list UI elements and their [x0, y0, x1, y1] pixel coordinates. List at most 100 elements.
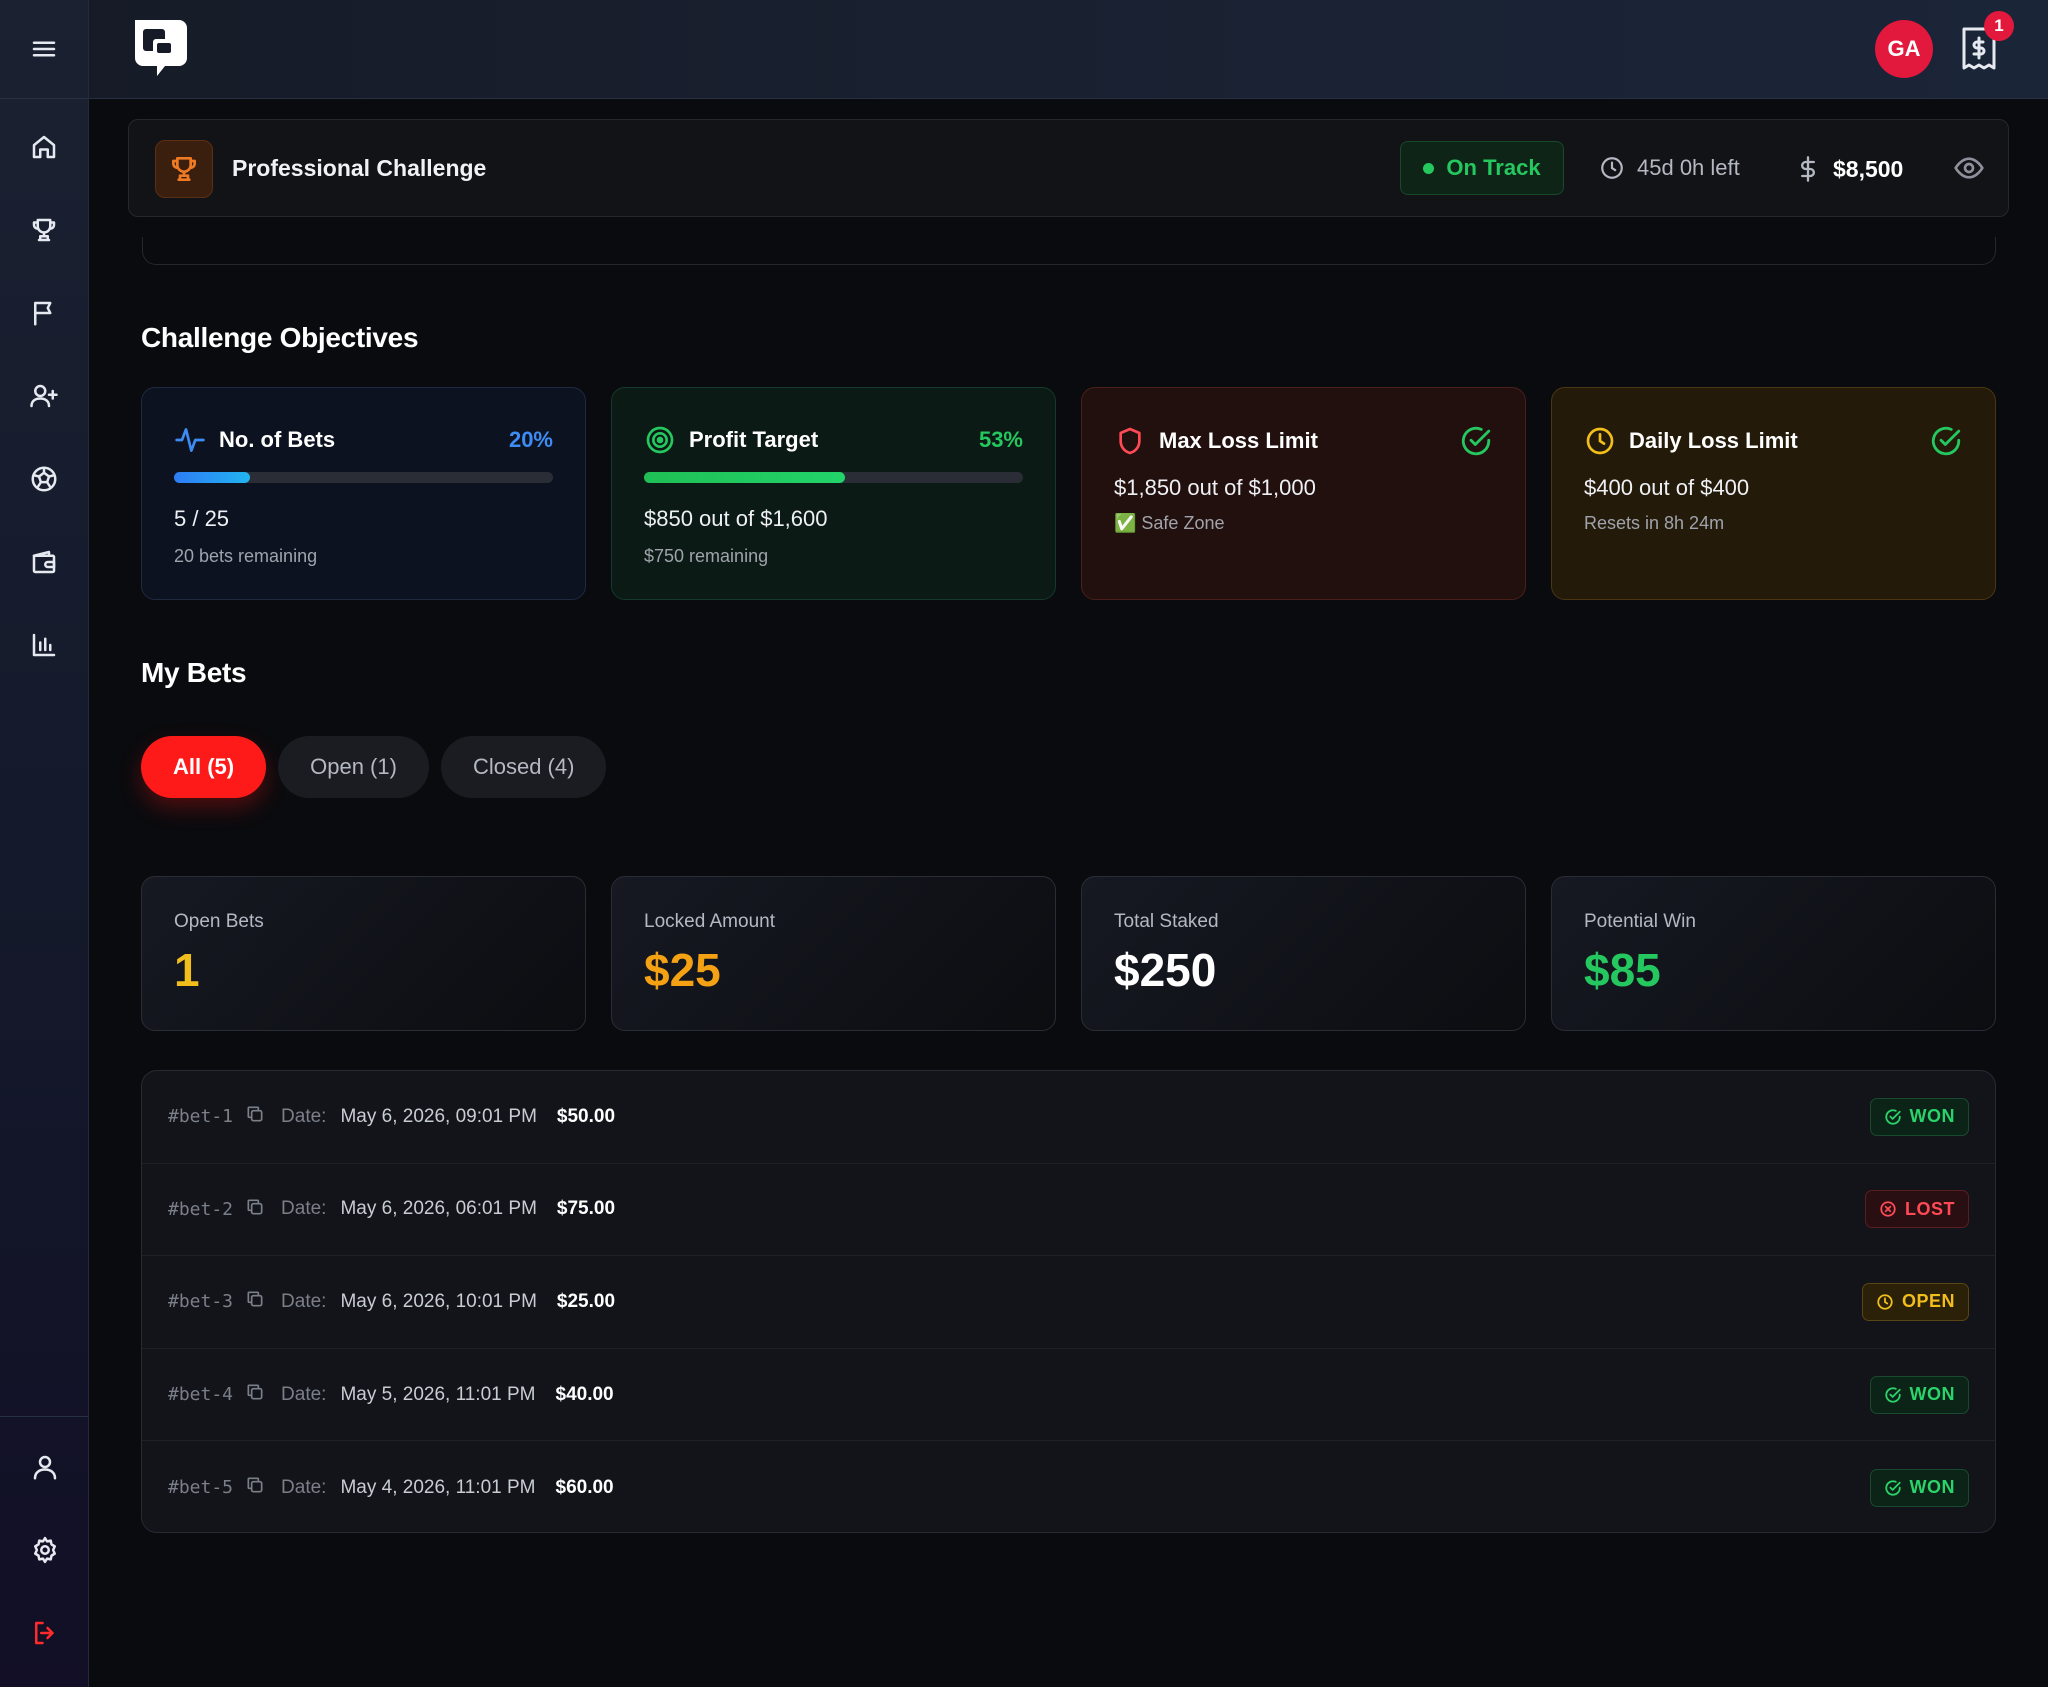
collapsed-panel-edge [142, 237, 1996, 265]
objective-card-bets: No. of Bets 20% 5 / 25 20 bets remaining [141, 387, 586, 600]
bet-row[interactable]: #bet-4 Date: May 5, 2026, 11:01 PM $40.00 WO… [142, 1349, 1995, 1442]
objective-value: 5 / 25 [174, 506, 230, 531]
time-left: 45d 0h left [1599, 155, 1740, 181]
bet-id: #bet-5 [168, 1477, 234, 1499]
status-badge: OPEN [1861, 1282, 1969, 1321]
sidebar-item-profile[interactable] [15, 1437, 75, 1497]
date-label: Date: [281, 1105, 327, 1127]
copy-icon[interactable] [245, 1289, 265, 1314]
sidebar-item-logout[interactable] [15, 1603, 75, 1663]
sidebar-item-challenges[interactable] [14, 200, 74, 260]
user-icon [33, 1455, 56, 1480]
sidebar-item-flag[interactable] [14, 283, 74, 343]
bet-date: May 5, 2026, 11:01 PM [340, 1383, 536, 1405]
x-circle-icon [1879, 1200, 1897, 1218]
tab-open[interactable]: Open (1) [278, 736, 429, 798]
copy-icon[interactable] [245, 1104, 265, 1129]
clock-icon [1601, 157, 1623, 179]
top-bar: GA 1 [89, 0, 2048, 99]
menu-icon [32, 41, 56, 57]
dollar-icon [1801, 156, 1816, 182]
stat-label: Open Bets [174, 911, 264, 932]
status-badge: LOST [1865, 1190, 1969, 1229]
clock-icon [1586, 427, 1614, 455]
copy-icon[interactable] [245, 1382, 265, 1407]
menu-button[interactable] [14, 19, 74, 79]
bet-amount: $60.00 [555, 1476, 614, 1498]
tab-all[interactable]: All (5) [141, 736, 267, 798]
bet-row[interactable]: #bet-3 Date: May 6, 2026, 10:01 PM $25.00 OP… [142, 1256, 1995, 1349]
progress-fill [174, 472, 250, 483]
check-circle-icon [1884, 1108, 1902, 1126]
home-icon [32, 135, 56, 159]
football-icon [31, 466, 57, 492]
copy-icon[interactable] [245, 1475, 265, 1500]
bet-id: #bet-1 [168, 1106, 234, 1128]
user-avatar[interactable]: GA [1875, 20, 1933, 78]
stat-open-bets: Open Bets 1 [141, 876, 586, 1031]
bet-row[interactable]: #bet-1 Date: May 6, 2026, 09:01 PM $50.00 WO… [142, 1071, 1995, 1164]
balance-value: $8,500 [1833, 155, 1904, 182]
challenge-title: Professional Challenge [232, 155, 487, 181]
bet-status: LOST [1905, 1198, 1955, 1219]
time-left-text: 45d 0h left [1637, 155, 1740, 180]
date-label: Date: [281, 1383, 327, 1405]
bet-filter-tabs: All (5) Open (1) Closed (4) [141, 736, 607, 798]
status-badge: WON [1869, 1097, 1969, 1136]
objectives-heading: Challenge Objectives [141, 322, 419, 353]
objective-value: $400 out of $400 [1584, 475, 1750, 500]
status-badge: WON [1869, 1468, 1969, 1507]
app-logo[interactable] [127, 14, 195, 82]
objective-header: No. of Bets 20% [174, 424, 553, 456]
sidebar-item-invite[interactable] [14, 366, 74, 426]
sidebar-item-settings[interactable] [15, 1520, 75, 1580]
bet-status: WON [1909, 1477, 1955, 1498]
gear-icon [33, 1536, 56, 1564]
bar-chart-icon [32, 633, 56, 657]
stat-value: 1 [174, 944, 200, 996]
check-circle-icon [1931, 426, 1961, 456]
objective-card-max-loss: Max Loss Limit $1,850 out of $1,000 ✅ Sa… [1081, 387, 1526, 600]
user-plus-icon [30, 384, 58, 408]
trophy-icon [172, 157, 196, 181]
sidebar-item-home[interactable] [14, 117, 74, 177]
objective-card-daily-loss: Daily Loss Limit $400 out of $400 Resets… [1551, 387, 1996, 600]
stat-value: $25 [644, 944, 721, 996]
progress-bar [174, 472, 553, 483]
stat-value: $85 [1584, 944, 1661, 996]
bet-row[interactable]: #bet-5 Date: May 4, 2026, 11:01 PM $60.00 WO… [142, 1441, 1995, 1532]
bet-date: May 6, 2026, 09:01 PM [340, 1105, 537, 1127]
wallet-icon [32, 550, 56, 574]
check-circle-icon [1884, 1386, 1902, 1404]
check-circle-icon [1884, 1479, 1902, 1497]
objective-reset: Resets in 8h 24m [1584, 513, 1725, 533]
sidebar-item-sports[interactable] [14, 449, 74, 509]
bet-row[interactable]: #bet-2 Date: May 6, 2026, 06:01 PM $75.00 LO… [142, 1164, 1995, 1257]
status-badge: On Track [1400, 141, 1564, 195]
progress-fill [644, 472, 845, 483]
status-dot [1423, 162, 1435, 174]
date-label: Date: [281, 1198, 327, 1220]
objective-value: $850 out of $1,600 [644, 506, 828, 531]
objective-header: Profit Target 53% [644, 424, 1023, 456]
sidebar [0, 0, 89, 1687]
check-circle-icon [1461, 426, 1491, 456]
stat-total-staked: Total Staked $250 [1081, 876, 1526, 1031]
sidebar-nav [0, 99, 88, 698]
stat-potential-win: Potential Win $85 [1551, 876, 1996, 1031]
stat-label: Total Staked [1114, 911, 1219, 932]
status-text: On Track [1446, 155, 1541, 180]
activity-icon [175, 428, 205, 452]
copy-icon[interactable] [245, 1197, 265, 1222]
eye-icon[interactable] [1953, 152, 1985, 184]
bet-status: WON [1909, 1106, 1955, 1127]
date-label: Date: [281, 1476, 327, 1498]
bets-list: #bet-1 Date: May 6, 2026, 09:01 PM $50.00 WO… [141, 1070, 1996, 1533]
clock-icon [1876, 1293, 1894, 1311]
sidebar-item-wallet[interactable] [14, 532, 74, 592]
objective-status: ✅ Safe Zone [1114, 513, 1225, 533]
tab-closed[interactable]: Closed (4) [440, 736, 607, 798]
objective-title: Max Loss Limit [1159, 428, 1318, 453]
objective-header: Max Loss Limit [1114, 424, 1493, 458]
sidebar-item-stats[interactable] [14, 615, 74, 675]
